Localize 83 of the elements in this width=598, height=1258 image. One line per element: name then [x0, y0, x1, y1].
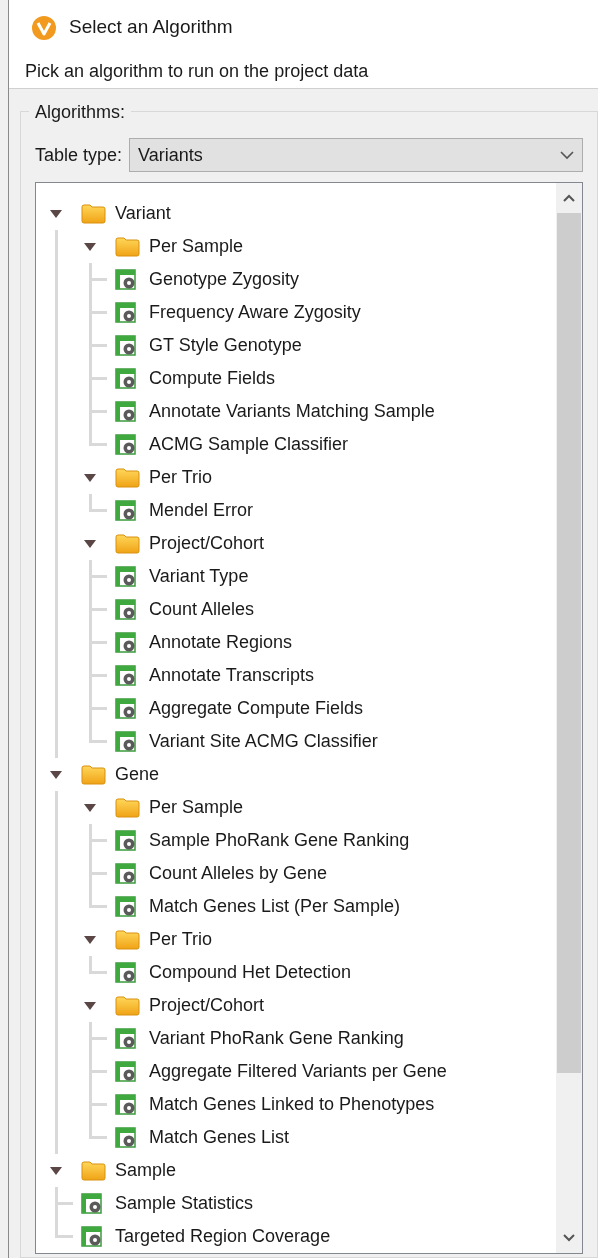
table-gear-icon [115, 1027, 137, 1050]
tree-folder-label[interactable]: Per Sample [149, 794, 244, 821]
tree-item-label[interactable]: Aggregate Filtered Variants per Gene [149, 1058, 447, 1085]
tree-item-label[interactable]: Match Genes Linked to Phenotypes [149, 1091, 435, 1118]
tree-folder-label[interactable]: Per Sample [149, 233, 244, 260]
tree-item-label[interactable]: Match Genes List [149, 1124, 290, 1151]
table-gear-icon [115, 1060, 137, 1083]
folder-icon [115, 467, 140, 488]
tree-item-label[interactable]: ACMG Sample Classifier [149, 431, 349, 458]
table-gear-icon [115, 433, 137, 456]
tree-item-label[interactable]: Annotate Transcripts [149, 662, 315, 689]
table-gear-icon [115, 829, 137, 852]
tree-item-label[interactable]: Targeted Region Coverage [115, 1223, 331, 1250]
table-gear-icon [115, 1126, 137, 1149]
tree-item-label[interactable]: Annotate Regions [149, 629, 293, 656]
tree-item-label[interactable]: Sample PhoRank Gene Ranking [149, 827, 410, 854]
table-gear-icon [115, 697, 137, 720]
table-gear-icon [115, 631, 137, 654]
table-gear-icon [115, 499, 137, 522]
tree-item-label[interactable]: GT Style Genotype [149, 332, 302, 359]
tree-item-label[interactable]: Compound Het Detection [149, 959, 352, 986]
tree-item-label[interactable]: Variant Type [149, 563, 249, 590]
collapse-arrow-icon[interactable] [84, 471, 96, 484]
collapse-arrow-icon[interactable] [50, 1164, 62, 1177]
table-gear-icon [115, 862, 137, 885]
tree-folder-label[interactable]: Project/Cohort [149, 992, 265, 1019]
scroll-up-icon[interactable] [563, 194, 575, 202]
tree-item-label[interactable]: Count Alleles [149, 596, 255, 623]
table-gear-icon [115, 895, 137, 918]
folder-icon [81, 764, 106, 785]
tree-item-label[interactable]: Variant PhoRank Gene Ranking [149, 1025, 404, 1052]
table-type-label: Table type: [35, 143, 123, 167]
folder-icon [115, 236, 140, 257]
collapse-arrow-icon[interactable] [84, 240, 96, 253]
table-gear-icon [115, 400, 137, 423]
scrollbar-thumb[interactable] [557, 213, 581, 1073]
table-gear-icon [81, 1225, 103, 1248]
chevron-down-icon [560, 150, 574, 160]
collapse-arrow-icon[interactable] [84, 801, 96, 814]
collapse-arrow-icon[interactable] [84, 999, 96, 1012]
table-gear-icon [115, 1093, 137, 1116]
tree-item-label[interactable]: Frequency Aware Zygosity [149, 299, 361, 326]
folder-icon [115, 533, 140, 554]
tree-folder-label[interactable]: Per Trio [149, 464, 213, 491]
table-gear-icon [115, 961, 137, 984]
tree-item-label[interactable]: Variant Site ACMG Classifier [149, 728, 378, 755]
collapse-arrow-icon[interactable] [50, 207, 62, 220]
table-type-dropdown[interactable]: Variants [129, 138, 583, 172]
table-gear-icon [81, 1192, 103, 1215]
scroll-down-icon[interactable] [563, 1234, 575, 1242]
tree-item-label[interactable]: Compute Fields [149, 365, 276, 392]
tree-item-label[interactable]: Genotype Zygosity [149, 266, 300, 293]
tree-folder-label[interactable]: Project/Cohort [149, 530, 265, 557]
table-gear-icon [115, 367, 137, 390]
window-title: Select an Algorithm [69, 15, 233, 40]
tree-item-label[interactable]: Aggregate Compute Fields [149, 695, 364, 722]
folder-icon [81, 203, 106, 224]
tree-folder-label[interactable]: Sample [115, 1157, 177, 1184]
tree-folder-label[interactable]: Variant [115, 200, 171, 227]
tree-item-label[interactable]: Match Genes List (Per Sample) [149, 893, 401, 920]
collapse-arrow-icon[interactable] [50, 768, 62, 781]
table-gear-icon [115, 664, 137, 687]
description-text: Pick an algorithm to run on the project data [25, 60, 369, 83]
tree-item-label[interactable]: Count Alleles by Gene [149, 860, 328, 887]
collapse-arrow-icon[interactable] [84, 933, 96, 946]
collapse-arrow-icon[interactable] [84, 537, 96, 550]
app-logo-icon [31, 14, 57, 41]
tree-item-label[interactable]: Sample Statistics [115, 1190, 254, 1217]
folder-icon [115, 929, 140, 950]
folder-icon [115, 995, 140, 1016]
tree-item-label[interactable]: Annotate Variants Matching Sample [149, 398, 435, 425]
table-gear-icon [115, 598, 137, 621]
tree-folder-label[interactable]: Per Trio [149, 926, 213, 953]
tree-folder-label[interactable]: Gene [115, 761, 160, 788]
table-gear-icon [115, 730, 137, 753]
folder-icon [81, 1160, 106, 1181]
table-gear-icon [115, 301, 137, 324]
folder-icon [115, 797, 140, 818]
table-gear-icon [115, 334, 137, 357]
table-gear-icon [115, 268, 137, 291]
table-gear-icon [115, 565, 137, 588]
vertical-scrollbar[interactable] [556, 183, 582, 1253]
tree-item-label[interactable]: Mendel Error [149, 497, 254, 524]
